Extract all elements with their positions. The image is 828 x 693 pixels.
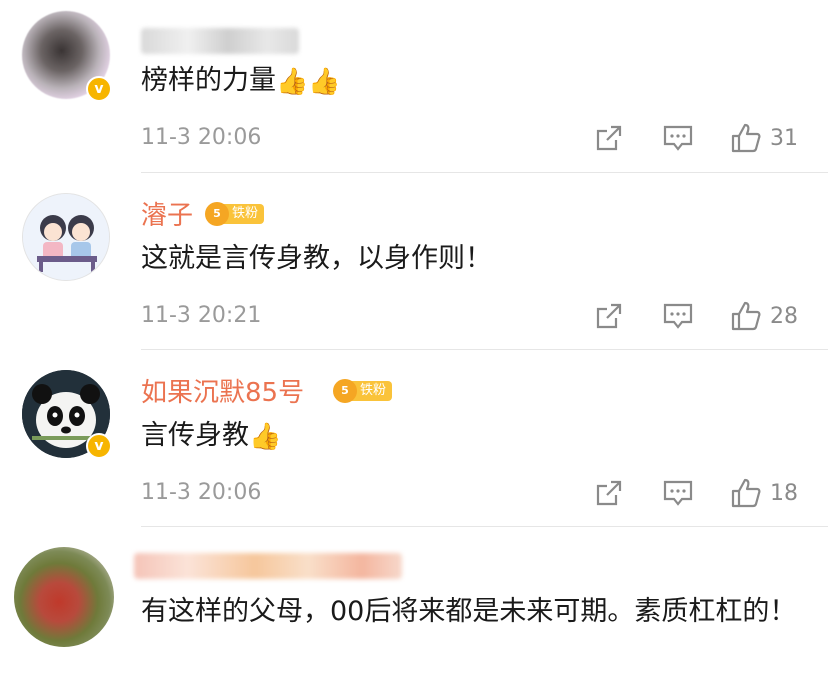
verified-badge-icon: v	[86, 76, 112, 102]
comment-icon	[663, 303, 693, 329]
username-blurred[interactable]	[134, 553, 402, 579]
comment-item: v 榜样的力量👍👍 11-3 20:06 31	[0, 0, 828, 173]
comment-icon	[663, 125, 693, 151]
verified-badge-icon: v	[86, 433, 112, 459]
comment-item: 有这样的父母，00后将来都是未来可期。素质杠杠的！	[0, 527, 828, 693]
thumbs-up-emoji-icon: 👍	[249, 421, 282, 452]
comment-actions: 18	[590, 475, 810, 511]
comment-time: 11-3 20:06	[141, 480, 262, 505]
username[interactable]: 如果沉默85号	[141, 372, 304, 409]
crown-icon: 5	[333, 379, 357, 403]
comment-button[interactable]	[662, 120, 694, 156]
comment-item: 濬子 5 铁粉 这就是言传身教，以身作则！ 11-3 20:21 28	[0, 173, 828, 350]
username-blurred[interactable]	[141, 28, 299, 54]
comment-actions: 28	[590, 298, 810, 334]
like-icon	[731, 301, 761, 331]
avatar[interactable]	[14, 547, 114, 647]
crown-icon: 5	[205, 202, 229, 226]
comment-actions: 31	[590, 120, 810, 156]
fan-label: 铁粉	[223, 204, 265, 224]
like-count: 31	[770, 125, 798, 151]
fan-badge[interactable]: 5 铁粉	[333, 379, 393, 403]
repost-icon	[596, 303, 622, 329]
avatar-cartoon-image	[23, 194, 109, 280]
repost-icon	[596, 480, 622, 506]
comment-text: 榜样的力量👍👍	[141, 58, 801, 105]
fan-badge[interactable]: 5 铁粉	[205, 202, 265, 226]
repost-button[interactable]	[594, 475, 624, 511]
comment-button[interactable]	[662, 475, 694, 511]
username[interactable]: 濬子	[141, 195, 193, 232]
comment-item: v 如果沉默85号 5 铁粉 言传身教👍 11-3 20:06 18	[0, 350, 828, 527]
like-button[interactable]: 18	[730, 475, 798, 511]
like-count: 28	[770, 303, 798, 329]
comment-button[interactable]	[662, 298, 694, 334]
comment-text: 言传身教👍	[141, 413, 801, 460]
comment-text: 这就是言传身教，以身作则！	[141, 243, 492, 274]
comment-icon	[663, 480, 693, 506]
thumbs-up-emoji-icon: 👍👍	[276, 66, 341, 97]
comment-text: 有这样的父母，00后将来都是未来可期。素质杠杠的！	[141, 596, 797, 627]
like-icon	[731, 478, 761, 508]
fan-label: 铁粉	[351, 381, 393, 401]
comment-time: 11-3 20:21	[141, 303, 262, 328]
repost-icon	[596, 125, 622, 151]
avatar[interactable]	[22, 193, 110, 281]
like-icon	[731, 123, 761, 153]
comment-time: 11-3 20:06	[141, 125, 262, 150]
repost-button[interactable]	[594, 120, 624, 156]
like-button[interactable]: 31	[730, 120, 798, 156]
like-count: 18	[770, 480, 798, 506]
like-button[interactable]: 28	[730, 298, 798, 334]
repost-button[interactable]	[594, 298, 624, 334]
